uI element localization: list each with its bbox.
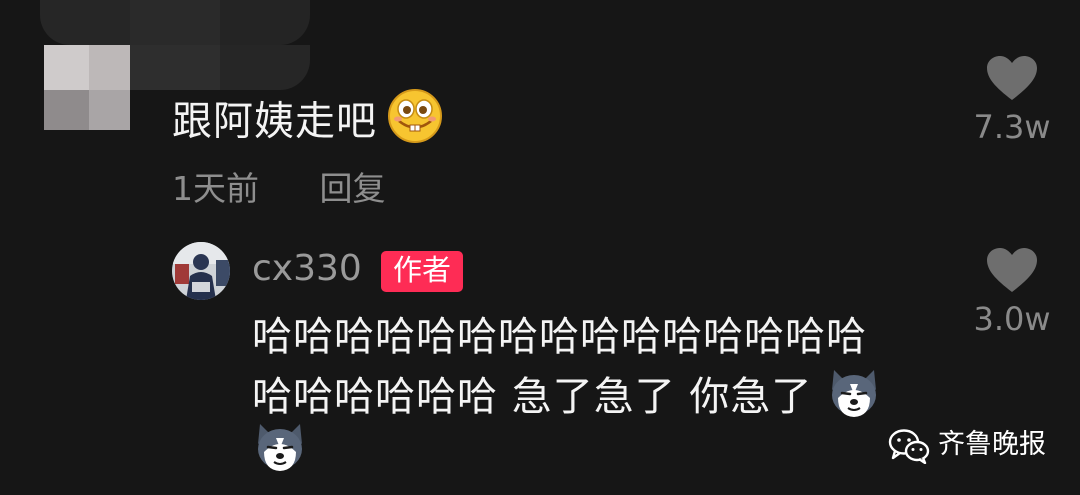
reply-text-line-2: 哈哈哈哈哈哈 急了急了 你急了: [252, 364, 942, 420]
grinning-buck-tooth-emoji-icon: [387, 88, 443, 159]
comment-meta: 1天前 回复: [172, 162, 386, 210]
husky-dog-emoji-icon: [826, 364, 882, 434]
reply-button[interactable]: 回复: [320, 169, 386, 208]
comment-like-count: 7.3w: [973, 108, 1051, 146]
comment-like-button[interactable]: 7.3w: [957, 54, 1067, 146]
reply-text: 哈哈哈哈哈哈哈哈哈哈哈哈哈哈哈 哈哈哈哈哈哈 急了急了 你急了: [252, 310, 942, 472]
source-watermark: 齐鲁晚报: [888, 422, 1046, 464]
reply-like-count: 3.0w: [973, 300, 1051, 338]
wechat-icon: [888, 428, 930, 464]
reply-text-line2: 哈哈哈哈哈哈 急了急了 你急了: [252, 374, 813, 420]
author-badge: 作者: [381, 251, 464, 292]
reply-text-line: 哈哈哈哈哈哈哈哈哈哈哈哈哈哈哈: [252, 314, 867, 360]
reply-like-button[interactable]: 3.0w: [957, 246, 1067, 338]
heart-icon: [987, 248, 1037, 292]
reply-avatar[interactable]: [172, 242, 230, 300]
husky-dog-emoji-icon: [252, 418, 308, 488]
comment-time: 1天前: [172, 169, 259, 208]
comment-text: 跟阿姨走吧: [172, 88, 443, 159]
comment-thread: 跟阿姨走吧 1天前 回复 7.3w cx330 作者 哈哈哈哈哈哈哈哈哈哈哈哈哈…: [0, 0, 1080, 495]
comment-body: 跟阿姨走吧: [172, 98, 377, 145]
reply-username[interactable]: cx330: [252, 248, 362, 289]
heart-icon: [987, 56, 1037, 100]
watermark-text: 齐鲁晚报: [938, 429, 1046, 460]
